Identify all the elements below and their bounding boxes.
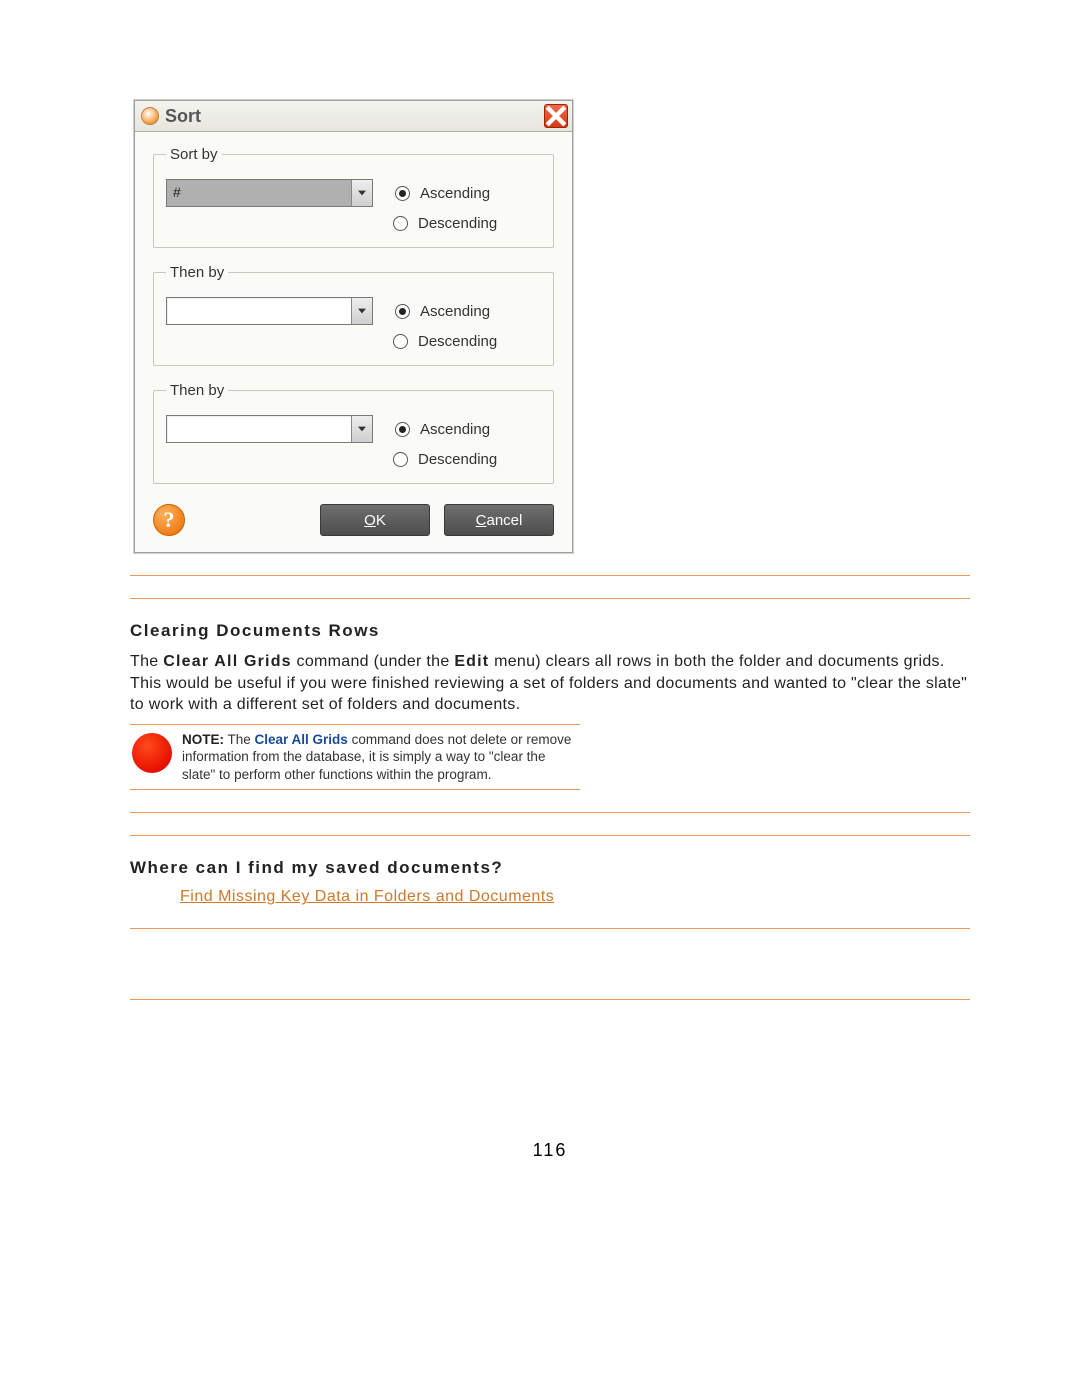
then-by-1-dropdown[interactable] [166, 297, 373, 325]
divider [130, 999, 970, 1000]
then-by-group-1: Then by Ascending [153, 264, 554, 366]
dialog-title: Sort [165, 106, 201, 127]
then-by-1-desc-radio[interactable]: Descending [393, 333, 543, 350]
note-box: NOTE: The Clear All Grids command does n… [130, 724, 580, 791]
chevron-down-icon[interactable] [351, 416, 372, 442]
radio-icon [395, 422, 410, 437]
divider [130, 835, 970, 836]
divider [130, 928, 970, 929]
button-row: ? OK Cancel [153, 500, 554, 536]
sort-dialog: Sort Sort by # [134, 100, 573, 553]
desc-label: Descending [418, 333, 497, 350]
note-text: NOTE: The Clear All Grids command does n… [182, 731, 580, 784]
desc-label: Descending [418, 451, 497, 468]
asc-label: Ascending [420, 303, 490, 320]
ok-button[interactable]: OK [320, 504, 430, 536]
radio-icon [393, 334, 408, 349]
section-heading-where: Where can I find my saved documents? [130, 858, 970, 878]
sort-by-value: # [167, 180, 351, 206]
sort-by-desc-radio[interactable]: Descending [393, 215, 543, 232]
asc-label: Ascending [420, 185, 490, 202]
chevron-down-icon[interactable] [351, 298, 372, 324]
radio-icon [395, 304, 410, 319]
note-icon [132, 733, 172, 773]
then-by-2-value [167, 416, 351, 442]
divider [130, 575, 970, 576]
chevron-down-icon[interactable] [351, 180, 372, 206]
sort-by-group: Sort by # Ascending [153, 146, 554, 248]
asc-label: Ascending [420, 421, 490, 438]
close-icon[interactable] [544, 104, 568, 128]
radio-icon [393, 216, 408, 231]
divider [130, 598, 970, 599]
divider [130, 812, 970, 813]
cancel-button[interactable]: Cancel [444, 504, 554, 536]
app-icon [141, 107, 159, 125]
then-by-legend-2: Then by [166, 382, 228, 399]
then-by-2-dropdown[interactable] [166, 415, 373, 443]
help-icon[interactable]: ? [153, 504, 185, 536]
then-by-2-asc-radio[interactable]: Ascending [395, 421, 490, 438]
radio-icon [395, 186, 410, 201]
sort-by-dropdown[interactable]: # [166, 179, 373, 207]
section-body: The Clear All Grids command (under the E… [130, 651, 970, 716]
then-by-1-asc-radio[interactable]: Ascending [395, 303, 490, 320]
desc-label: Descending [418, 215, 497, 232]
then-by-2-desc-radio[interactable]: Descending [393, 451, 543, 468]
sort-by-legend: Sort by [166, 146, 222, 163]
page-number: 116 [130, 1140, 970, 1161]
find-missing-link[interactable]: Find Missing Key Data in Folders and Doc… [180, 888, 970, 906]
titlebar: Sort [135, 101, 572, 132]
then-by-group-2: Then by Ascending [153, 382, 554, 484]
dialog-body: Sort by # Ascending [135, 132, 572, 552]
section-heading-clearing: Clearing Documents Rows [130, 621, 970, 641]
radio-icon [393, 452, 408, 467]
then-by-1-value [167, 298, 351, 324]
then-by-legend-1: Then by [166, 264, 228, 281]
sort-by-asc-radio[interactable]: Ascending [395, 185, 490, 202]
